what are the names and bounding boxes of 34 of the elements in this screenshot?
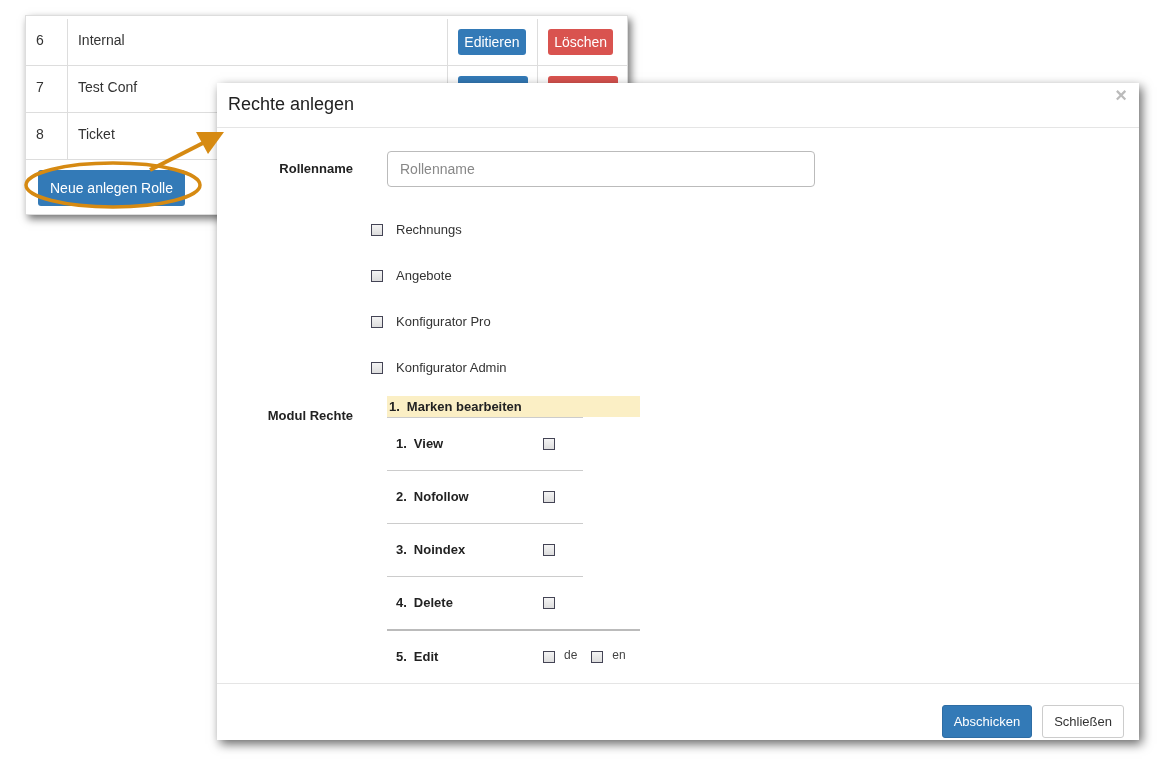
permission-label: 2. Nofollow — [395, 489, 470, 504]
edit-button[interactable]: Editieren — [458, 29, 526, 55]
submit-button[interactable]: Abschicken — [941, 704, 1033, 738]
permission-label: 4. Delete — [395, 595, 454, 610]
checkbox[interactable] — [543, 650, 555, 663]
checkbox-label: Angebote — [396, 268, 452, 283]
section-label: Modul Rechte — [266, 407, 353, 424]
table-cell: 7 — [26, 66, 68, 112]
checkbox-label: de — [564, 647, 578, 662]
new-role-button[interactable]: Neue anlegen Rolle — [38, 170, 185, 206]
checkbox-label: Konfigurator Admin — [396, 360, 507, 375]
permission-label: 5. Edit — [395, 649, 440, 664]
checkbox-label: en — [612, 647, 626, 662]
checkbox[interactable] — [591, 650, 604, 663]
checkbox[interactable] — [543, 437, 555, 450]
field-label: Rollenname — [278, 161, 353, 176]
checkbox[interactable] — [543, 543, 555, 556]
checkbox[interactable] — [371, 223, 383, 236]
role-name-field[interactable]: Rollenname — [387, 150, 815, 187]
table-cell: 8 — [26, 113, 68, 159]
permission-label: 1. View — [395, 436, 445, 451]
module-header: 1. Marken bearbeiten — [387, 395, 640, 417]
permission-label: 3. Noindex — [395, 542, 467, 557]
delete-button[interactable]: Löschen — [548, 29, 614, 55]
table-cell: Internal — [67, 19, 449, 65]
close-dialog-button[interactable]: Schließen — [1042, 704, 1124, 738]
checkbox[interactable] — [371, 315, 383, 328]
checkbox[interactable] — [543, 490, 555, 503]
checkbox[interactable] — [543, 596, 555, 609]
checkbox-label: Rechnungs — [396, 222, 462, 237]
checkbox[interactable] — [371, 269, 383, 282]
checkbox-label: Konfigurator Pro — [396, 314, 491, 329]
checkbox[interactable] — [371, 361, 383, 374]
table-cell: 6 — [26, 19, 68, 65]
